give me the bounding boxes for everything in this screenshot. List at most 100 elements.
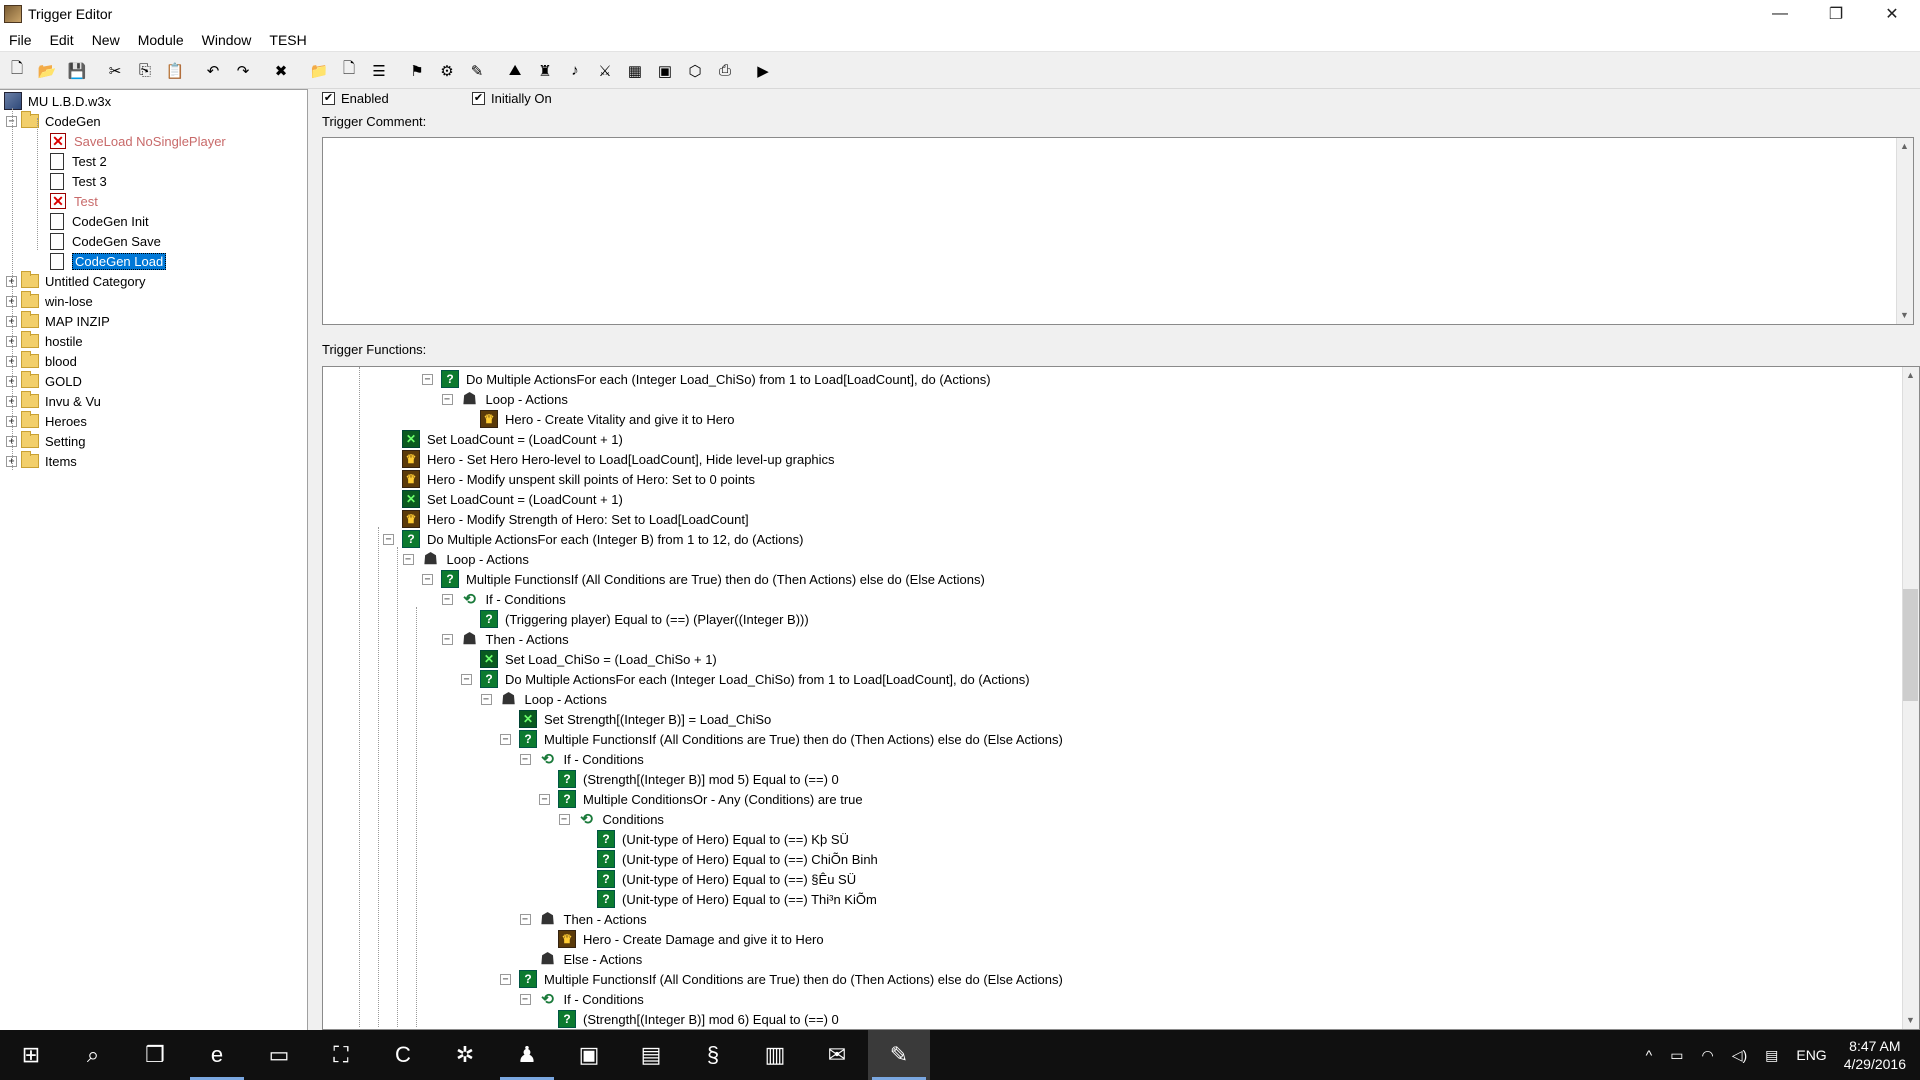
- sound-editor-button[interactable]: ♪: [562, 58, 588, 84]
- menu-module[interactable]: Module: [129, 32, 193, 48]
- tree-item[interactable]: CodeGen Load: [50, 251, 167, 271]
- function-row[interactable]: ? (Triggering player) Equal to (==) (Play…: [480, 609, 809, 629]
- function-row[interactable]: − ⟲ If - Conditions: [519, 989, 644, 1009]
- function-row[interactable]: −? Multiple ConditionsOr - Any (Condition…: [539, 789, 863, 809]
- collapse-icon[interactable]: −: [558, 813, 570, 825]
- collapse-icon[interactable]: −: [441, 593, 453, 605]
- function-row[interactable]: −? Do Multiple ActionsFor each (Integer L…: [461, 669, 1030, 689]
- app-green-button[interactable]: ▣: [558, 1030, 620, 1080]
- notifications-icon[interactable]: ▤: [1765, 1047, 1778, 1064]
- tree-item[interactable]: Test 3: [50, 171, 107, 191]
- volume-icon[interactable]: ◁): [1732, 1047, 1747, 1064]
- function-row[interactable]: − ☗ Loop - Actions: [441, 389, 568, 409]
- function-row[interactable]: ? (Strength[(Integer B)] mod 6) Equal to …: [558, 1009, 839, 1029]
- collapse-icon[interactable]: −: [519, 753, 531, 765]
- trigger-comment-textarea[interactable]: ▲ ▼: [322, 137, 1914, 325]
- menu-window[interactable]: Window: [193, 32, 261, 48]
- task-view-button[interactable]: ❒: [124, 1030, 186, 1080]
- tree-item[interactable]: CodeGen Save: [50, 231, 161, 251]
- collapse-icon[interactable]: −: [383, 533, 394, 545]
- function-row[interactable]: − ☗ Then - Actions: [441, 629, 569, 649]
- battery-icon[interactable]: ▭: [1670, 1047, 1683, 1064]
- file-explorer-button[interactable]: ▭: [248, 1030, 310, 1080]
- tree-item[interactable]: + Heroes: [6, 411, 87, 431]
- function-row[interactable]: ♛ Hero - Modify unspent skill points of H…: [402, 469, 755, 489]
- redo-button[interactable]: ↷: [230, 58, 256, 84]
- function-row[interactable]: ? (Unit-type of Hero) Equal to (==) Thi³n…: [597, 889, 877, 909]
- function-row[interactable]: ? (Strength[(Integer B)] mod 5) Equal to …: [558, 769, 839, 789]
- tree-item[interactable]: CodeGen Init: [50, 211, 149, 231]
- copy-button[interactable]: ⎘: [132, 58, 158, 84]
- function-row[interactable]: ☗ Else - Actions: [539, 949, 642, 969]
- trigger-editor-button[interactable]: ✎: [464, 58, 490, 84]
- function-row[interactable]: ✕ Set LoadCount = (LoadCount + 1): [402, 489, 623, 509]
- start-button[interactable]: ⊞: [0, 1030, 62, 1080]
- language-indicator[interactable]: ENG: [1796, 1047, 1826, 1063]
- function-row[interactable]: −? Do Multiple ActionsFor each (Integer B…: [383, 529, 803, 549]
- app-cards-button[interactable]: ▤: [620, 1030, 682, 1080]
- cut-button[interactable]: ✂: [102, 58, 128, 84]
- save-test-button[interactable]: ▶: [750, 58, 776, 84]
- store-button[interactable]: ⛶: [310, 1030, 372, 1080]
- app-mail-button[interactable]: ✉: [806, 1030, 868, 1080]
- new-comment-button[interactable]: ☰: [366, 58, 392, 84]
- tree-item[interactable]: + Invu & Vu: [6, 391, 101, 411]
- tree-item[interactable]: Test 2: [50, 151, 107, 171]
- app-world-editor-button[interactable]: ✎: [868, 1030, 930, 1080]
- network-icon[interactable]: ◠: [1701, 1047, 1713, 1064]
- collapse-icon[interactable]: −: [519, 913, 531, 925]
- tree-item[interactable]: + Untitled Category: [6, 271, 145, 291]
- app-figure-button[interactable]: ♟: [496, 1030, 558, 1080]
- app-swirl-button[interactable]: §: [682, 1030, 744, 1080]
- collapse-icon[interactable]: −: [441, 633, 453, 645]
- app-c-button[interactable]: C: [372, 1030, 434, 1080]
- menu-new[interactable]: New: [83, 32, 129, 48]
- function-row[interactable]: ✕ Set Load_ChiSo = (Load_ChiSo + 1): [480, 649, 717, 669]
- edge-button[interactable]: e: [186, 1030, 248, 1080]
- function-row[interactable]: − ⟲ If - Conditions: [519, 749, 644, 769]
- function-row[interactable]: ? (Unit-type of Hero) Equal to (==) §Êu S…: [597, 869, 856, 889]
- collapse-icon[interactable]: −: [422, 573, 433, 585]
- app-scroll-button[interactable]: ▥: [744, 1030, 806, 1080]
- terrain-editor-button[interactable]: ⛰: [502, 58, 528, 84]
- tree-item[interactable]: − CodeGen: [6, 111, 101, 131]
- function-row[interactable]: −? Do Multiple ActionsFor each (Integer L…: [422, 369, 991, 389]
- function-row[interactable]: − ⟲ If - Conditions: [441, 589, 566, 609]
- new-button[interactable]: 🗋: [4, 58, 30, 84]
- comment-scrollbar[interactable]: ▲ ▼: [1896, 138, 1913, 324]
- tree-item[interactable]: + hostile: [6, 331, 83, 351]
- menu-edit[interactable]: Edit: [41, 32, 83, 48]
- tree-item[interactable]: + Items: [6, 451, 77, 471]
- enabled-checkbox[interactable]: ✔: [322, 91, 335, 105]
- function-row[interactable]: −? Multiple FunctionsIf (All Conditions a…: [422, 569, 985, 589]
- enabled-checkbox-row[interactable]: ✔ Enabled: [322, 89, 389, 107]
- collapse-icon[interactable]: −: [500, 733, 511, 745]
- tray-chevron-icon[interactable]: ^: [1646, 1047, 1653, 1063]
- collapse-icon[interactable]: −: [461, 673, 472, 685]
- function-row[interactable]: − ☗ Then - Actions: [519, 909, 647, 929]
- function-row[interactable]: ♛ Hero - Create Damage and give it to Her…: [558, 929, 824, 949]
- function-row[interactable]: ✕ Set Strength[(Integer B)] = Load_ChiSo: [519, 709, 771, 729]
- paste-button[interactable]: 📋: [162, 58, 188, 84]
- undo-button[interactable]: ↶: [200, 58, 226, 84]
- function-row[interactable]: ♛ Hero - Modify Strength of Hero: Set to …: [402, 509, 749, 529]
- menu-tesh[interactable]: TESH: [260, 32, 315, 48]
- function-row[interactable]: ? (Unit-type of Hero) Equal to (==) ChiÕn…: [597, 849, 878, 869]
- function-row[interactable]: ? (Unit-type of Hero) Equal to (==) Kþ SÜ: [597, 829, 849, 849]
- function-row[interactable]: ♛ Hero - Set Hero Hero-level to Load[Load…: [402, 449, 835, 469]
- save-button[interactable]: 💾: [64, 58, 90, 84]
- tree-item[interactable]: + Setting: [6, 431, 85, 451]
- minimize-button[interactable]: —: [1752, 0, 1808, 28]
- collapse-icon[interactable]: −: [480, 693, 492, 705]
- collapse-icon[interactable]: −: [519, 993, 531, 1005]
- new-trigger-button[interactable]: 🗋: [336, 58, 362, 84]
- initially-on-checkbox-row[interactable]: ✔ Initially On: [472, 89, 552, 107]
- app-red-button[interactable]: ✲: [434, 1030, 496, 1080]
- tree-item[interactable]: + win-lose: [6, 291, 93, 311]
- search-button[interactable]: ⌕: [62, 1030, 124, 1080]
- import-manager-button[interactable]: ⬡: [682, 58, 708, 84]
- unit-editor-button[interactable]: ♜: [532, 58, 558, 84]
- collapse-icon[interactable]: −: [402, 553, 414, 565]
- function-row[interactable]: − ⟲ Conditions: [558, 809, 664, 829]
- open-button[interactable]: 📂: [34, 58, 60, 84]
